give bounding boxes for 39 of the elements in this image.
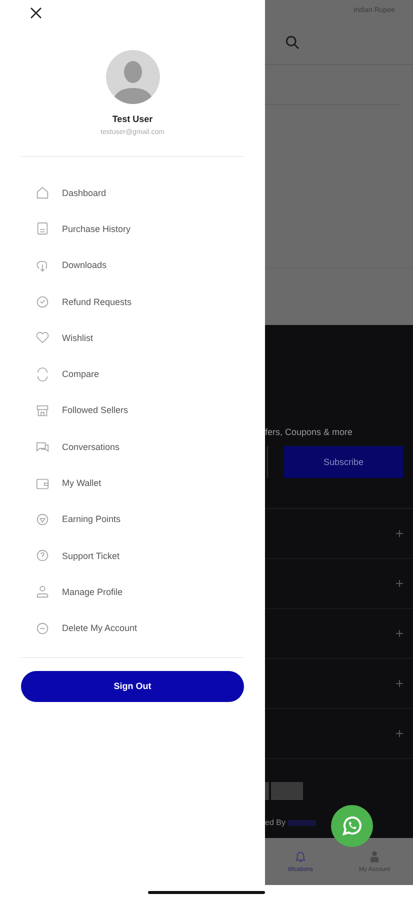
- compare-icon: [35, 366, 50, 382]
- plus-icon[interactable]: [396, 680, 403, 687]
- plus-icon[interactable]: [396, 580, 403, 587]
- menu-item[interactable]: Refund Requests: [0, 288, 265, 324]
- subscribe-button[interactable]: Subscribe: [284, 446, 403, 478]
- menu-item[interactable]: Support Ticket: [0, 542, 265, 578]
- menu-item[interactable]: Manage Profile: [0, 578, 265, 615]
- refund-icon: [35, 294, 50, 310]
- menu-item[interactable]: Compare: [0, 360, 265, 397]
- badge-icon: [35, 512, 50, 527]
- minus-circle-icon: [35, 620, 50, 636]
- menu-item[interactable]: Dashboard: [0, 179, 265, 216]
- bell-icon[interactable]: [294, 850, 307, 863]
- close-icon[interactable]: [30, 7, 42, 19]
- receipt-icon: [35, 221, 50, 236]
- plus-icon[interactable]: [396, 730, 403, 737]
- menu-item[interactable]: My Wallet: [0, 469, 265, 506]
- plus-icon[interactable]: [396, 530, 403, 537]
- chat-bubble-button[interactable]: [331, 805, 373, 847]
- avatar-icon: [106, 50, 160, 104]
- person-icon: [35, 584, 50, 600]
- powered-by-text: ed By: [265, 818, 286, 827]
- person-icon[interactable]: [368, 850, 381, 863]
- menu-item[interactable]: Earning Points: [0, 506, 265, 542]
- menu-item[interactable]: Wishlist: [0, 324, 265, 360]
- home-icon: [35, 185, 50, 200]
- store-icon: [35, 402, 50, 418]
- search-icon[interactable]: [285, 34, 300, 50]
- plus-icon[interactable]: [396, 630, 403, 637]
- menu-item[interactable]: Downloads: [0, 252, 265, 288]
- help-icon: [35, 548, 50, 564]
- user-name: Test User: [112, 114, 153, 124]
- newsletter-text: fers, Coupons & more: [265, 427, 354, 437]
- heart-icon: [35, 330, 50, 346]
- menu-item[interactable]: Delete My Account: [0, 614, 265, 651]
- menu-item[interactable]: Purchase History: [0, 215, 265, 252]
- sign-out-button[interactable]: Sign Out: [21, 670, 244, 702]
- menu-item[interactable]: Followed Sellers: [0, 396, 265, 434]
- menu-item[interactable]: Conversations: [0, 433, 265, 470]
